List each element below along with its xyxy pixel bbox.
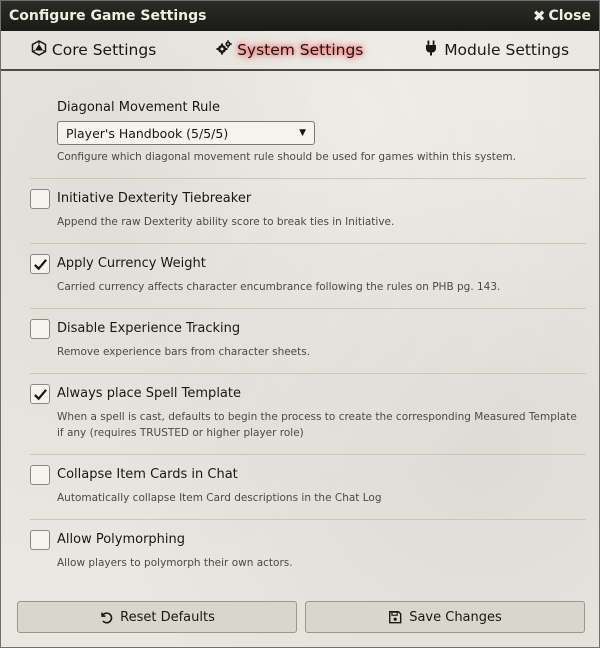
reset-defaults-button[interactable]: Reset Defaults [17, 601, 297, 633]
setting-disable-experience: Disable Experience Tracking Remove exper… [30, 309, 586, 374]
collapse-item-cards-checkbox[interactable] [30, 465, 50, 485]
tab-system-settings[interactable]: System Settings [206, 40, 373, 60]
disable-experience-checkbox[interactable] [30, 319, 50, 339]
setting-hint: Configure which diagonal movement rule s… [57, 151, 516, 163]
diagonal-rule-select[interactable]: Player's Handbook (5/5/5) ▼ [57, 121, 315, 145]
setting-initiative-tiebreaker: Initiative Dexterity Tiebreaker Append t… [30, 179, 586, 244]
setting-currency-weight: Apply Currency Weight Carried currency a… [30, 244, 586, 309]
setting-label: Disable Experience Tracking [57, 321, 241, 336]
footer-buttons: Reset Defaults Save Changes [17, 601, 585, 633]
window-titlebar[interactable]: Configure Game Settings ✖ Close [1, 1, 599, 31]
tab-core-settings[interactable]: Core Settings [21, 40, 166, 60]
cogs-icon [216, 40, 233, 60]
settings-window: Configure Game Settings ✖ Close Core Set… [0, 0, 600, 648]
tab-module-settings[interactable]: Module Settings [413, 40, 579, 60]
setting-hint: Allow players to polymorph their own act… [57, 557, 293, 569]
setting-spell-template: Always place Spell Template When a spell… [30, 374, 586, 455]
spell-template-checkbox[interactable] [30, 384, 50, 404]
setting-hint: Carried currency affects character encum… [57, 281, 501, 293]
setting-label: Apply Currency Weight [57, 256, 206, 271]
checkmark-icon [33, 388, 47, 400]
setting-label: Always place Spell Template [57, 386, 241, 401]
setting-diagonal-movement: Diagonal Movement Rule Player's Handbook… [30, 73, 586, 179]
close-button[interactable]: ✖ Close [533, 7, 591, 25]
setting-collapse-item-cards: Collapse Item Cards in Chat Automaticall… [30, 455, 586, 520]
select-value: Player's Handbook (5/5/5) [66, 125, 229, 141]
save-changes-label: Save Changes [409, 609, 502, 625]
tab-core-settings-label: Core Settings [51, 41, 157, 59]
tab-module-settings-label: Module Settings [444, 41, 570, 59]
initiative-tiebreaker-checkbox[interactable] [30, 189, 50, 209]
setting-hint: When a spell is cast, defaults to begin … [57, 411, 577, 439]
setting-label: Collapse Item Cards in Chat [57, 467, 238, 482]
d20-icon [31, 40, 47, 60]
setting-hint: Automatically collapse Item Card descrip… [57, 492, 382, 504]
caret-down-icon: ▼ [299, 128, 306, 138]
tab-system-settings-label: System Settings [237, 41, 364, 59]
reset-defaults-label: Reset Defaults [120, 609, 215, 625]
currency-weight-checkbox[interactable] [30, 254, 50, 274]
window-title: Configure Game Settings [9, 8, 207, 24]
undo-icon [101, 612, 113, 624]
save-icon [389, 611, 402, 624]
setting-label: Diagonal Movement Rule [57, 100, 221, 115]
setting-label: Initiative Dexterity Tiebreaker [57, 191, 252, 206]
allow-polymorphing-checkbox[interactable] [30, 530, 50, 550]
save-changes-button[interactable]: Save Changes [305, 601, 585, 633]
checkmark-icon [33, 258, 47, 270]
setting-allow-polymorphing: Allow Polymorphing Allow players to poly… [30, 520, 586, 584]
close-label: Close [548, 8, 591, 24]
setting-hint: Remove experience bars from character sh… [57, 346, 311, 358]
close-icon: ✖ [532, 7, 546, 25]
settings-tabs: Core Settings System Settings Module Set… [1, 31, 599, 71]
setting-label: Allow Polymorphing [57, 532, 186, 547]
setting-hint: Append the raw Dexterity ability score t… [57, 216, 395, 228]
plug-icon [423, 40, 439, 60]
